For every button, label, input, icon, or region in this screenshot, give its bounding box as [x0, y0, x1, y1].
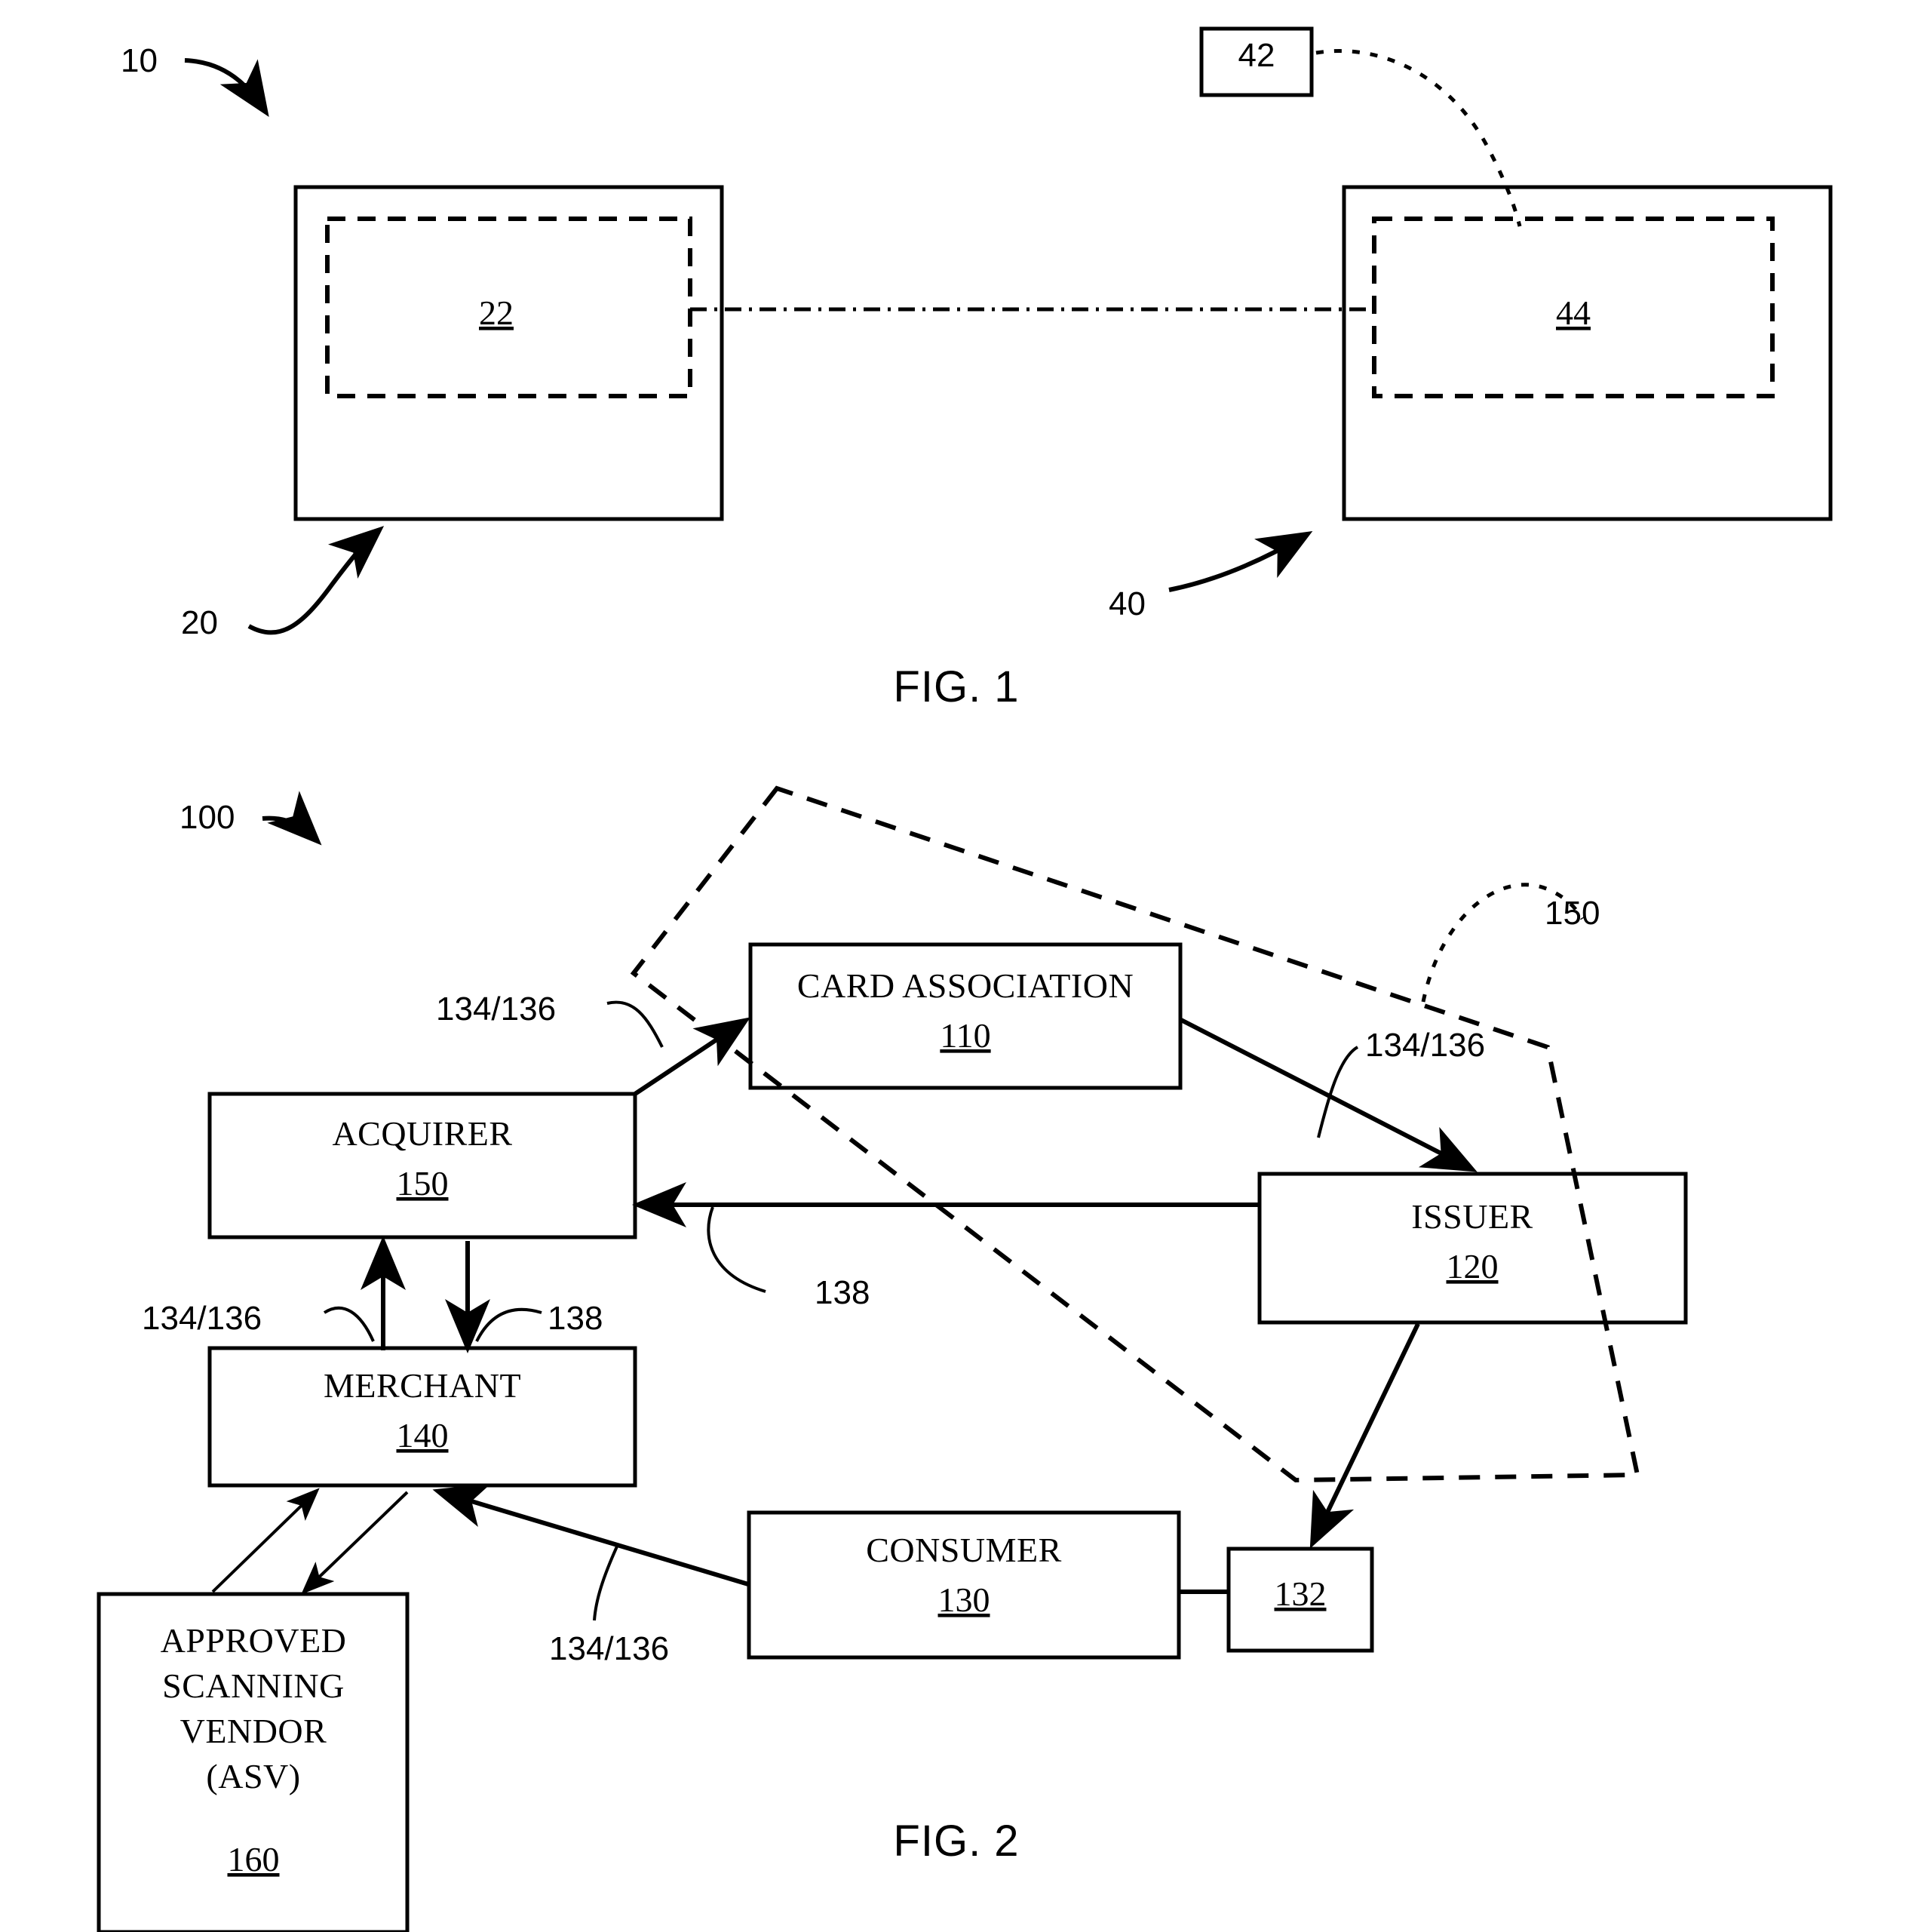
fig2-box-asv-line-4: (ASV): [206, 1757, 300, 1795]
fig2-label-card-association-to-issuer: 134/136: [1365, 1027, 1485, 1064]
fig2-box-asv-line-2: SCANNING: [162, 1666, 345, 1705]
fig2-lead-acquirer-to-merchant: [475, 1307, 542, 1342]
fig1-inner-box-22-label: 22: [479, 293, 514, 332]
fig1-right-ref-pointer: [1168, 530, 1313, 592]
fig2-lead-merchant-to-acquirer: [323, 1306, 375, 1342]
fig2-label-merchant-to-acquirer: 134/136: [142, 1300, 262, 1337]
fig2-caption: FIG. 2: [893, 1817, 1019, 1866]
fig1-right-ref-label-40: 40: [1109, 585, 1146, 622]
figure-1: 10 42 22 44 20 40 FIG. 1: [121, 26, 1833, 711]
fig1-left-ref-pointer: [247, 526, 385, 635]
fig2-label-consumer-to-merchant: 134/136: [549, 1630, 669, 1667]
fig2-label-acquirer-to-merchant: 138: [548, 1300, 603, 1337]
fig2-box-merchant-title: MERCHANT: [324, 1366, 521, 1405]
fig2-arrow-consumer-to-merchant: [432, 1483, 749, 1586]
fig2-arrow-issuer-to-payment-card: [1309, 1322, 1420, 1549]
fig1-right-outer-box-40: [1342, 185, 1833, 521]
fig2-box-asv-ref: 160: [228, 1840, 280, 1878]
fig2-system-ref-label: 100: [180, 799, 235, 836]
fig1-left-outer-box-20: [293, 185, 724, 521]
fig2-box-card-association-title: CARD ASSOCIATION: [797, 966, 1134, 1005]
fig2-box-asv-line-3: VENDOR: [180, 1712, 327, 1750]
figure-2: 100 150 CARD ASSOCIATION 110 ACQUIRER 15…: [97, 785, 1688, 1932]
fig2-system-ref-pointer: [262, 791, 322, 846]
fig1-system-ref-pointer: [184, 58, 269, 117]
fig1-small-box-42-label: 42: [1238, 37, 1275, 74]
fig2-box-merchant-ref: 140: [397, 1416, 449, 1454]
fig2-box-consumer-title: CONSUMER: [866, 1531, 1062, 1569]
fig2-label-issuer-to-acquirer: 138: [815, 1274, 870, 1311]
fig2-arrow-asv-to-merchant: [211, 1488, 320, 1593]
fig2-box-issuer-ref: 120: [1447, 1247, 1499, 1285]
fig2-box-card-association-ref: 110: [940, 1016, 990, 1055]
fig2-boundary-polygon-150: [630, 785, 1640, 1483]
fig2-box-payment-card-132-ref: 132: [1275, 1574, 1327, 1613]
fig2-box-acquirer-ref: 150: [397, 1164, 449, 1203]
patent-drawing-page: 10 42 22 44 20 40 FIG. 1 100 150 CARD AS…: [0, 0, 1921, 1932]
fig2-arrow-acquirer-to-card-association: [634, 1017, 750, 1096]
fig2-boundary-ref-label-150: 150: [1545, 895, 1600, 932]
fig2-box-consumer-ref: 130: [938, 1580, 990, 1619]
fig1-dotted-lead-42-to-44: [1315, 49, 1522, 227]
fig2-lead-issuer-to-acquirer: [707, 1206, 766, 1293]
fig2-arrow-merchant-to-asv: [301, 1491, 409, 1595]
fig1-system-ref-label: 10: [121, 42, 158, 79]
fig1-inner-box-44-label: 44: [1556, 293, 1591, 332]
fig2-box-issuer-title: ISSUER: [1411, 1197, 1533, 1236]
fig1-left-ref-label-20: 20: [181, 604, 218, 641]
fig2-lead-consumer-to-merchant: [593, 1546, 618, 1621]
fig2-label-acquirer-to-card-association: 134/136: [436, 991, 556, 1027]
figure-1-layer: 10 42 22 44 20 40 FIG. 1 100 150 CARD AS…: [97, 26, 1833, 1932]
fig2-box-asv-line-1: APPROVED: [161, 1621, 347, 1660]
fig1-caption: FIG. 1: [893, 662, 1019, 711]
fig2-lead-acquirer-to-ca: [606, 1000, 664, 1048]
fig2-box-acquirer-title: ACQUIRER: [332, 1114, 512, 1153]
